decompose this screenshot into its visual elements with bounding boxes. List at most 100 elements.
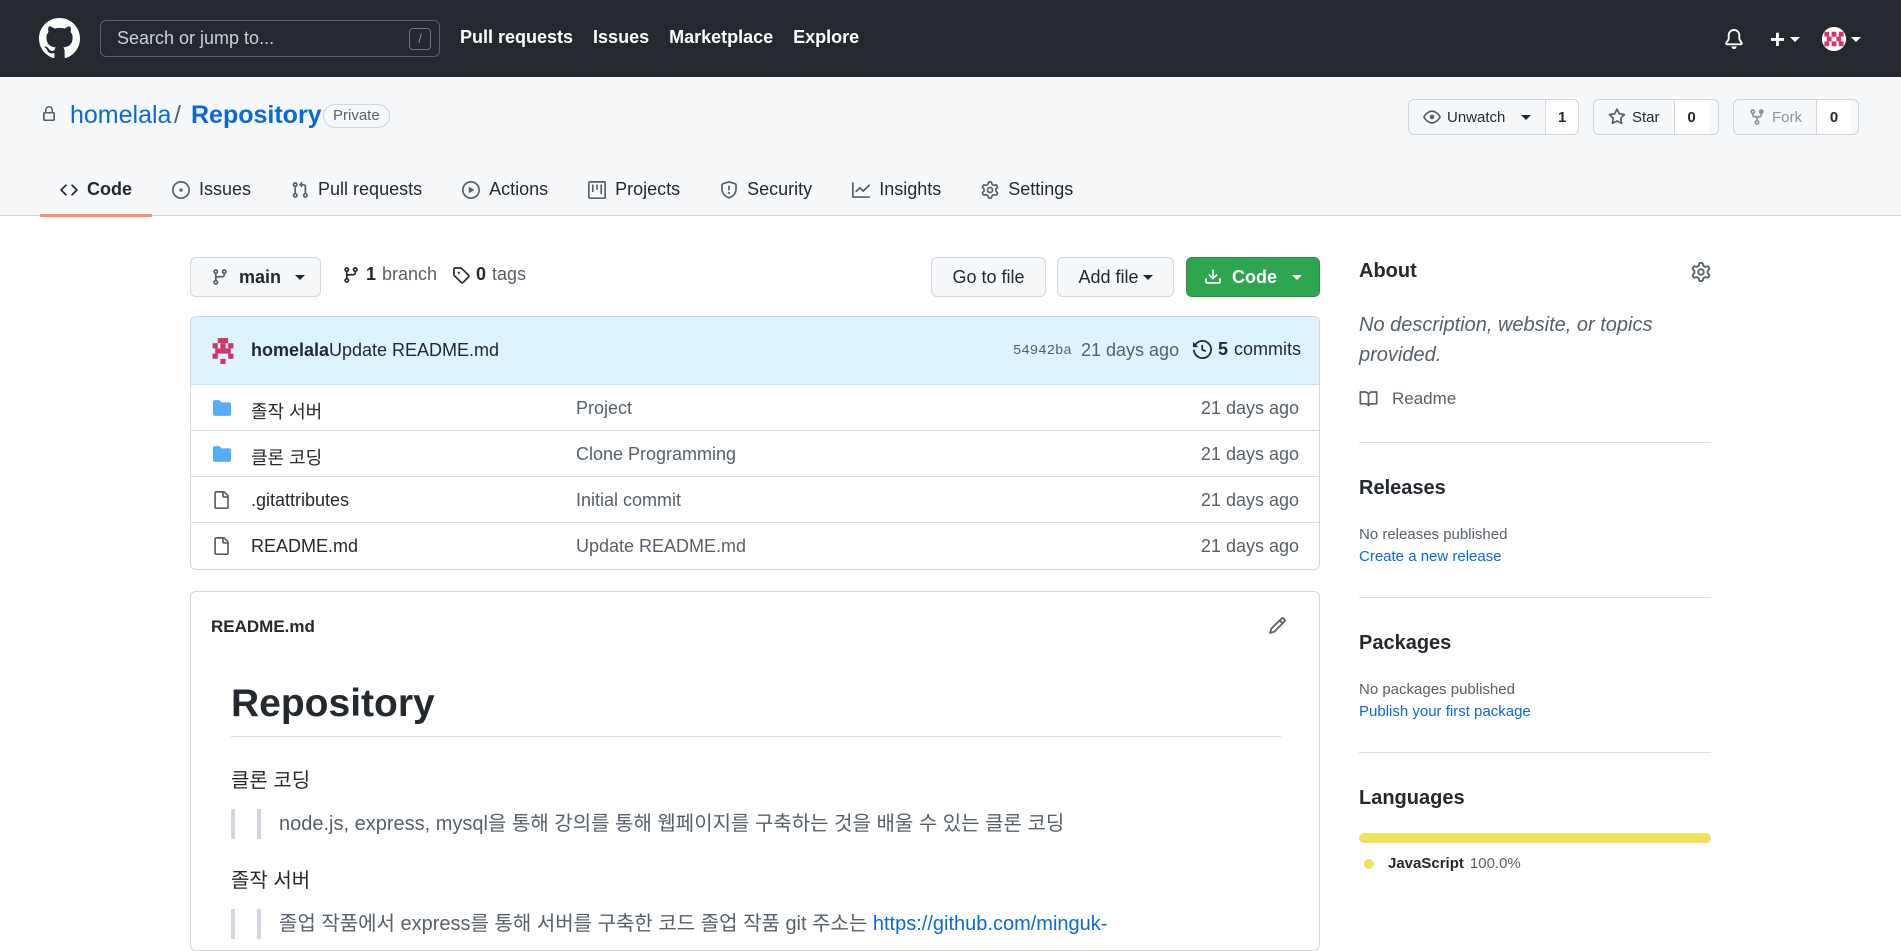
tags-link[interactable]: 0 tags [452,264,526,285]
divider [1359,597,1711,598]
readme-heading: Repository [231,682,1281,737]
commit-count: 5 [1218,339,1229,359]
bell-icon[interactable] [1724,28,1744,50]
global-search[interactable]: / [100,20,440,57]
file-row[interactable]: README.md Update README.md 21 days ago [191,523,1319,569]
play-icon [462,180,481,199]
nav-issues[interactable]: Issues [593,27,649,48]
file-row[interactable]: .gitattributes Initial commit 21 days ag… [191,477,1319,523]
header-actions: + [1724,24,1861,54]
file-name-link[interactable]: 졸작 서버 [251,398,322,424]
code-icon [60,183,78,196]
fork-count[interactable]: 0 [1816,100,1851,134]
star-label: Star [1632,108,1660,126]
tab-pull-requests[interactable]: Pull requests [271,163,442,216]
nav-marketplace[interactable]: Marketplace [669,27,773,48]
gear-icon[interactable] [1691,262,1711,282]
star-button[interactable]: Star [1594,100,1674,134]
history-icon [1193,340,1212,359]
commit-message-link[interactable]: Update README.md [329,340,499,361]
fork-button[interactable]: Fork [1734,100,1816,134]
branch-icon [213,269,227,285]
file-date: 21 days ago [1200,536,1299,556]
tab-label: Settings [1008,179,1074,199]
tab-label: Issues [199,179,252,199]
file-commit-message[interactable]: Update README.md [576,536,746,557]
branch-icon [344,266,358,283]
readme-link[interactable]: Readme [1359,389,1456,409]
chevron-down-icon [1851,36,1861,42]
avatar [1822,27,1846,51]
commit-author-link[interactable]: homelala [251,340,329,361]
file-name-link[interactable]: README.md [251,536,358,557]
book-icon [1359,391,1378,407]
code-download-button[interactable]: Code [1186,257,1320,297]
branches-link[interactable]: 1 branch [342,264,437,285]
repo-name-link[interactable]: Repository [191,101,322,130]
branch-label: branch [382,264,438,284]
repo-owner-link[interactable]: homelala [70,101,171,130]
create-new-menu[interactable]: + [1769,24,1800,54]
tab-actions[interactable]: Actions [442,163,568,216]
releases-title[interactable]: Releases [1359,477,1446,500]
packages-text: No packages published [1359,681,1515,698]
file-row[interactable]: 졸작 서버 Project 21 days ago [191,385,1319,431]
publish-package-link[interactable]: Publish your first package [1359,703,1531,720]
graph-icon [852,181,871,198]
tab-settings[interactable]: Settings [961,163,1093,216]
readme-filename: README.md [211,617,315,636]
unwatch-button[interactable]: Unwatch [1409,100,1545,134]
watch-count[interactable]: 1 [1545,100,1578,134]
tab-code[interactable]: Code [40,163,152,217]
add-file-label: Add file [1078,266,1139,287]
branch-select-button[interactable]: main [190,257,321,297]
branch-count: 1 [366,264,377,284]
file-name-link[interactable]: 클론 코딩 [251,444,322,470]
language-color-dot [1364,858,1374,869]
releases-text: No releases published [1359,526,1508,543]
create-release-link[interactable]: Create a new release [1359,548,1502,565]
unwatch-label: Unwatch [1447,108,1506,126]
readme-panel: README.md Repository 클론 코딩 node.js, expr… [190,591,1320,951]
user-menu[interactable] [1822,27,1861,51]
tab-label: Pull requests [318,179,423,199]
tab-label: Insights [879,179,942,199]
go-to-file-button[interactable]: Go to file [931,257,1046,297]
file-date: 21 days ago [1200,444,1299,464]
star-button-group: Star 0 [1593,99,1719,135]
search-input[interactable] [102,22,392,55]
file-name-link[interactable]: .gitattributes [251,490,349,511]
language-item-javascript[interactable]: JavaScript 100.0% [1364,855,1521,872]
github-logo-icon[interactable] [39,18,80,59]
tag-icon [453,266,470,284]
watch-button-group: Unwatch 1 [1408,99,1579,135]
commit-history-link[interactable]: 5 commits [1193,339,1301,360]
packages-title[interactable]: Packages [1359,632,1451,655]
project-icon [588,180,607,199]
plus-icon: + [1769,24,1785,54]
shield-icon [721,180,738,199]
pencil-icon[interactable] [1268,616,1287,635]
readme-git-link[interactable]: https://github.com/minguk- [873,913,1108,935]
branch-name: main [239,266,282,287]
download-icon [1205,269,1221,284]
repo-tabs: Code Issues Pull requests Actions Projec… [40,163,1093,217]
file-commit-message[interactable]: Project [576,398,632,419]
avatar[interactable] [210,338,236,364]
global-header: / Pull requests Issues Marketplace Explo… [0,0,1901,77]
add-file-button[interactable]: Add file [1057,257,1174,297]
file-row[interactable]: 클론 코딩 Clone Programming 21 days ago [191,431,1319,477]
file-commit-message[interactable]: Initial commit [576,490,681,511]
nav-explore[interactable]: Explore [793,27,859,48]
folder-icon [213,446,231,462]
tab-issues[interactable]: Issues [152,163,271,216]
visibility-badge: Private [323,104,390,128]
tab-security[interactable]: Security [700,163,832,216]
star-count[interactable]: 0 [1673,100,1709,134]
nav-pull-requests[interactable]: Pull requests [460,27,573,48]
commit-sha-link[interactable]: 54942ba [1013,343,1072,359]
chevron-down-icon [295,274,306,280]
tab-insights[interactable]: Insights [832,163,961,216]
file-commit-message[interactable]: Clone Programming [576,444,736,465]
tab-projects[interactable]: Projects [568,163,700,216]
